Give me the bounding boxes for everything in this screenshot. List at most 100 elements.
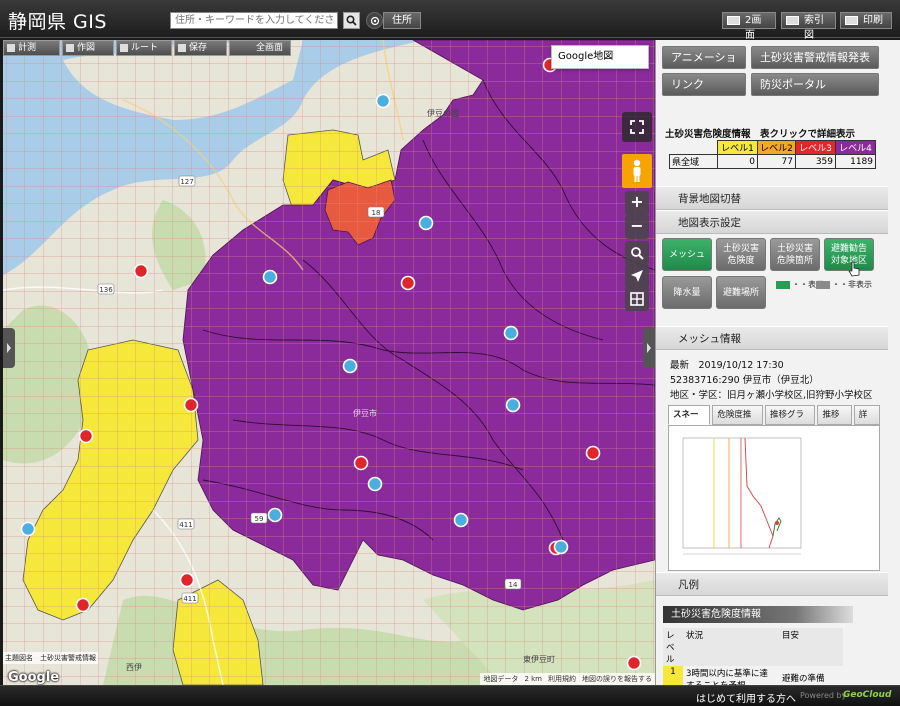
rainfall-toggle[interactable]: 降水量 bbox=[662, 276, 712, 309]
route-icon bbox=[120, 44, 128, 52]
shelter-marker-blue[interactable] bbox=[453, 512, 469, 528]
legend-section-header[interactable]: 凡例 bbox=[656, 572, 888, 596]
route-number-badge: 14 bbox=[504, 578, 522, 590]
zoom-out-button[interactable]: − bbox=[625, 215, 649, 239]
shelter-marker-blue[interactable] bbox=[262, 269, 278, 285]
route-number-badge: 411 bbox=[177, 518, 195, 530]
layer-name-label: 主題図名 土砂災害警戒情報 bbox=[3, 652, 98, 664]
risk-row-prefecture[interactable]: 県全域 0 77 359 1189 bbox=[669, 154, 876, 169]
chevron-right-icon bbox=[647, 343, 651, 353]
mesh-info-header[interactable]: メッシュ情報 bbox=[656, 326, 888, 350]
google-logo: Google bbox=[8, 670, 60, 685]
tab-snake[interactable]: スネーク bbox=[668, 405, 711, 438]
link-icon bbox=[178, 44, 186, 52]
fullview-button[interactable]: 全画面 bbox=[229, 40, 291, 56]
shelter-marker-red[interactable] bbox=[400, 275, 416, 291]
basemap-section-header[interactable]: 背景地図切替 bbox=[656, 186, 888, 210]
danger-degree-toggle[interactable]: 土砂災害 危険度 bbox=[716, 238, 766, 271]
route-number-badge: 18 bbox=[367, 206, 385, 218]
display-settings-header[interactable]: 地図表示設定 bbox=[656, 210, 888, 234]
measure-button[interactable]: 計測 bbox=[3, 40, 60, 56]
mesh-latest-time: 最新 2019/10/12 17:30 bbox=[670, 360, 784, 371]
terms-link[interactable]: 利用規約 bbox=[548, 673, 576, 685]
route-number-label: 411 bbox=[179, 521, 192, 529]
shelter-marker-blue[interactable] bbox=[505, 397, 521, 413]
link-button[interactable]: リンク bbox=[662, 73, 746, 96]
map-attribution: 地図データ 2 km 利用規約 地図の誤りを報告する bbox=[480, 673, 655, 685]
disaster-portal-button[interactable]: 防災ポータル bbox=[751, 73, 879, 96]
location-button[interactable] bbox=[366, 12, 383, 29]
tab-details[interactable]: 詳細 bbox=[853, 405, 880, 438]
map-footer: 主題図名 土砂災害警戒情報 Google 地図データ 2 km 利用規約 地図の… bbox=[3, 652, 655, 685]
shelter-marker-blue[interactable] bbox=[267, 507, 283, 523]
shelter-marker-blue[interactable] bbox=[503, 325, 519, 341]
street-view-button[interactable] bbox=[622, 154, 652, 188]
shelter-marker-red[interactable] bbox=[585, 445, 601, 461]
magnifier-icon bbox=[631, 247, 644, 260]
danger-degree-line1: 土砂災害 bbox=[722, 244, 759, 254]
app-title: 静岡県 GIS bbox=[8, 11, 107, 33]
mesh-district: 地区・学区：旧月ヶ瀬小学校区,旧狩野小学校区 bbox=[670, 390, 873, 401]
print-button[interactable]: 印刷 bbox=[840, 12, 892, 29]
shelter-marker-red[interactable] bbox=[183, 397, 199, 413]
panel-collapse-tab[interactable] bbox=[643, 328, 655, 368]
snake-chart bbox=[668, 425, 880, 571]
danger-spots-line1: 土砂災害 bbox=[776, 244, 813, 254]
tab-transition-table[interactable]: 推移表 bbox=[817, 405, 852, 438]
ruler-icon bbox=[7, 44, 15, 52]
risk-table[interactable]: レベル1 レベル2 レベル3 レベル4 県全域 0 77 359 1189 bbox=[669, 140, 876, 169]
legend-level1-guide: 避難の準備 bbox=[782, 674, 825, 684]
warning-text-button[interactable]: 土砂災害警戒情報発表文 bbox=[751, 46, 879, 85]
animation-button[interactable]: アニメーション bbox=[662, 46, 746, 85]
shelter-marker-red[interactable] bbox=[75, 597, 91, 613]
route-button[interactable]: ルート bbox=[116, 40, 172, 56]
shelter-marker-blue[interactable] bbox=[367, 476, 383, 492]
report-error-link[interactable]: 地図の誤りを報告する bbox=[582, 673, 652, 685]
dual-screen-button[interactable]: 2画面 bbox=[722, 12, 776, 41]
search-button[interactable] bbox=[343, 12, 360, 29]
legend-title: 土砂災害危険度情報 bbox=[663, 606, 853, 623]
zoom-area-button[interactable] bbox=[625, 241, 649, 265]
shelters-toggle[interactable]: 避難場所 bbox=[716, 276, 766, 309]
basemap-select[interactable]: Google地図 bbox=[551, 45, 649, 69]
pointer-hand-icon bbox=[848, 261, 860, 277]
left-collapse-tab[interactable] bbox=[3, 328, 15, 368]
shelter-marker-blue[interactable] bbox=[553, 539, 569, 555]
fullscreen-button[interactable] bbox=[622, 112, 652, 142]
shelter-marker-red[interactable] bbox=[133, 263, 149, 279]
pegman-icon bbox=[633, 159, 641, 182]
shelter-marker-blue[interactable] bbox=[418, 215, 434, 231]
legend-level1-status: 3時間以内に基準に達することを予想 bbox=[686, 669, 768, 685]
shelter-marker-red[interactable] bbox=[78, 428, 94, 444]
risk-heading: 土砂災害危険度情報 表クリックで詳細表示 bbox=[665, 129, 856, 140]
draw-button[interactable]: 作図 bbox=[62, 40, 114, 56]
grid-icon bbox=[786, 16, 799, 25]
address-button[interactable]: 住所 bbox=[383, 12, 421, 29]
shelter-marker-blue[interactable] bbox=[342, 358, 358, 374]
mesh-toggle[interactable]: メッシュ bbox=[662, 238, 712, 271]
save-button[interactable]: 保存 bbox=[174, 40, 227, 56]
legend-hide-label: ・・非表示 bbox=[832, 280, 872, 289]
tab-risk-transition[interactable]: 危険度推移 bbox=[712, 405, 763, 438]
tab-transition-graph[interactable]: 推移グラフ bbox=[764, 405, 816, 438]
danger-spots-toggle[interactable]: 土砂災害 危険箇所 bbox=[770, 238, 820, 271]
evacuation-areas-toggle[interactable]: 避難勧告 対象地区 bbox=[824, 238, 874, 277]
first-time-users-link[interactable]: はじめて利用する方へ bbox=[696, 690, 796, 705]
level2-header: レベル2 bbox=[757, 140, 796, 155]
shelter-marker-blue[interactable] bbox=[375, 93, 391, 109]
index-map-button[interactable]: 索引図 bbox=[781, 12, 836, 41]
search-input[interactable] bbox=[170, 12, 338, 29]
dual-screen-label: 2画面 bbox=[745, 15, 762, 41]
level3-count: 359 bbox=[795, 154, 836, 169]
map-canvas[interactable]: 伊豆の国 伊豆市 西伊 東伊豆町 127 136 411 18 59 411 14 計測 作… bbox=[3, 40, 655, 685]
current-location-button[interactable] bbox=[625, 264, 649, 288]
target-icon bbox=[370, 16, 379, 25]
extent-button[interactable] bbox=[625, 287, 649, 311]
zoom-in-button[interactable]: + bbox=[625, 191, 649, 215]
search-icon bbox=[346, 15, 357, 26]
shelter-marker-red[interactable] bbox=[179, 572, 195, 588]
shelter-marker-blue[interactable] bbox=[20, 521, 36, 537]
map-data-link[interactable]: 地図データ bbox=[483, 673, 518, 685]
navigation-arrow-icon bbox=[631, 270, 643, 282]
shelter-marker-red[interactable] bbox=[353, 455, 369, 471]
